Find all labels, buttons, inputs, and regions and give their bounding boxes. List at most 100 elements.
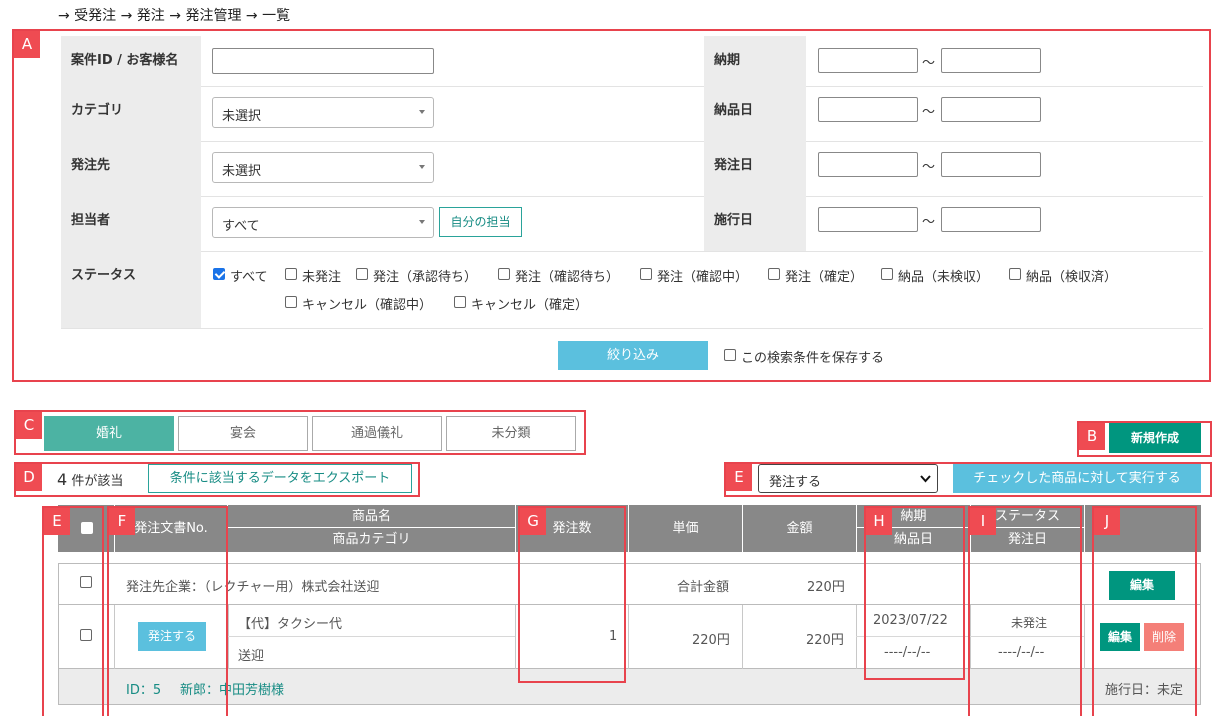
- status-option-label: 未発注: [302, 270, 342, 285]
- vendor-select-value: 未選択: [222, 164, 262, 179]
- save-condition-checkbox[interactable]: [724, 349, 736, 361]
- divider: [806, 86, 1203, 87]
- tab-uncategorized[interactable]: 未分類: [446, 416, 576, 451]
- deadline-label: 納期: [704, 36, 806, 86]
- status-checkbox[interactable]: [640, 268, 652, 280]
- divider: [201, 86, 704, 87]
- chevron-down-icon: [920, 475, 931, 483]
- row-delete-button[interactable]: 削除: [1144, 623, 1184, 651]
- category-select-value: 未選択: [222, 109, 262, 124]
- range-separator: ～: [922, 215, 936, 230]
- deadline-to-input[interactable]: [941, 48, 1041, 73]
- tab-rites[interactable]: 通過儀礼: [312, 416, 442, 451]
- annotation-label-c: C: [16, 412, 42, 439]
- annotation-label-f: F: [109, 508, 135, 535]
- row-order-button[interactable]: 発注する: [138, 622, 206, 651]
- vendor-select[interactable]: 未選択: [212, 152, 434, 183]
- save-condition-label: この検索条件を保存する: [741, 351, 885, 366]
- case-search-input[interactable]: [212, 48, 434, 74]
- groom-name[interactable]: 新郎：中田芳樹様: [180, 679, 284, 698]
- divider: [114, 605, 115, 669]
- status-all-checkbox[interactable]: [213, 268, 225, 280]
- deadline-from-input[interactable]: [818, 48, 918, 73]
- annotation-label-e: E: [726, 464, 752, 491]
- divider: [61, 328, 1203, 329]
- status-checkbox[interactable]: [285, 268, 297, 280]
- divider: [1084, 605, 1085, 669]
- divider: [856, 636, 1084, 637]
- unit-price: 220円: [692, 633, 730, 648]
- divider: [228, 636, 515, 637]
- annotation-label-a: A: [14, 31, 40, 58]
- divider: [856, 605, 857, 669]
- status-checkbox[interactable]: [454, 296, 466, 308]
- category-select[interactable]: 未選択: [212, 97, 434, 128]
- divider: [58, 604, 1201, 605]
- order-date-to-input[interactable]: [941, 152, 1041, 177]
- delivery-to-input[interactable]: [941, 97, 1041, 122]
- group-edit-button[interactable]: 編集: [1109, 571, 1175, 600]
- header-product-name: 商品名: [228, 505, 515, 528]
- delivery-label: 納品日: [704, 86, 806, 141]
- event-date-to-input[interactable]: [941, 207, 1041, 232]
- divider: [742, 605, 743, 669]
- group-checkbox[interactable]: [80, 576, 92, 588]
- status-checkbox[interactable]: [1009, 268, 1021, 280]
- bulk-action-value: 発注する: [769, 475, 822, 490]
- new-button[interactable]: 新規作成: [1109, 423, 1201, 453]
- event-date-from-input[interactable]: [818, 207, 918, 232]
- result-count-suffix: 件が該当: [71, 474, 124, 489]
- status-option-label: キャンセル（確定）: [471, 298, 589, 313]
- divider: [970, 605, 971, 669]
- filter-button[interactable]: 絞り込み: [558, 341, 708, 370]
- my-staff-button[interactable]: 自分の担当: [439, 207, 522, 237]
- divider: [228, 605, 229, 669]
- event-date-label: 施行日: [704, 196, 806, 251]
- order-date-from-input[interactable]: [818, 152, 918, 177]
- result-count: 4 件が該当: [57, 470, 123, 489]
- status-option-label: 発注（確認待ち）: [515, 270, 620, 285]
- product-name: 【代】タクシー代: [238, 617, 343, 632]
- status-option-label: すべて: [230, 270, 268, 285]
- vendor-name: 発注先企業：（レクチャー用）株式会社送迎: [126, 580, 380, 595]
- status-label: ステータス: [61, 251, 201, 328]
- status-checkbox[interactable]: [768, 268, 780, 280]
- quantity: 1: [609, 629, 618, 644]
- header-product-category: 商品カテゴリ: [228, 528, 515, 552]
- case-label: 案件ID / お客様名: [61, 36, 201, 86]
- vendor-label: 発注先: [61, 141, 201, 196]
- range-separator: ～: [922, 160, 936, 175]
- status-checkbox[interactable]: [881, 268, 893, 280]
- divider: [806, 196, 1203, 197]
- staff-select-value: すべて: [222, 219, 260, 234]
- delivery-from-input[interactable]: [818, 97, 918, 122]
- status-option-label: 納品（未検収）: [898, 270, 990, 285]
- row-checkbox[interactable]: [80, 629, 92, 641]
- status-checkbox[interactable]: [498, 268, 510, 280]
- annotation-label-e: E: [44, 508, 70, 535]
- row-edit-button[interactable]: 編集: [1100, 623, 1140, 651]
- tab-wedding[interactable]: 婚礼: [44, 416, 174, 451]
- divider: [201, 196, 704, 197]
- product-category: 送迎: [238, 649, 265, 664]
- annotation-label-g: G: [520, 508, 546, 535]
- export-button[interactable]: 条件に該当するデータをエクスポート: [148, 464, 412, 493]
- range-separator: ～: [922, 105, 936, 120]
- category-label: カテゴリ: [61, 86, 201, 141]
- delivery-date: ----/--/--: [884, 645, 931, 660]
- bulk-action-select[interactable]: 発注する: [758, 464, 938, 493]
- status-checkbox[interactable]: [356, 268, 368, 280]
- status-checkbox[interactable]: [285, 296, 297, 308]
- order-date: ----/--/--: [998, 645, 1045, 660]
- staff-label: 担当者: [61, 196, 201, 251]
- tab-banquet[interactable]: 宴会: [178, 416, 308, 451]
- status-option-label: 発注（承認待ち）: [373, 270, 478, 285]
- header-amount: 金額: [743, 505, 856, 552]
- execute-bulk-button[interactable]: チェックした商品に対して実行する: [953, 464, 1201, 493]
- staff-select[interactable]: すべて: [212, 207, 434, 238]
- select-all-checkbox[interactable]: [81, 522, 93, 534]
- annotation-label-j: J: [1094, 508, 1120, 535]
- amount: 220円: [806, 633, 844, 648]
- divider: [515, 605, 516, 669]
- breadcrumb: → 受発注 → 発注 → 発注管理 → 一覧: [58, 8, 291, 24]
